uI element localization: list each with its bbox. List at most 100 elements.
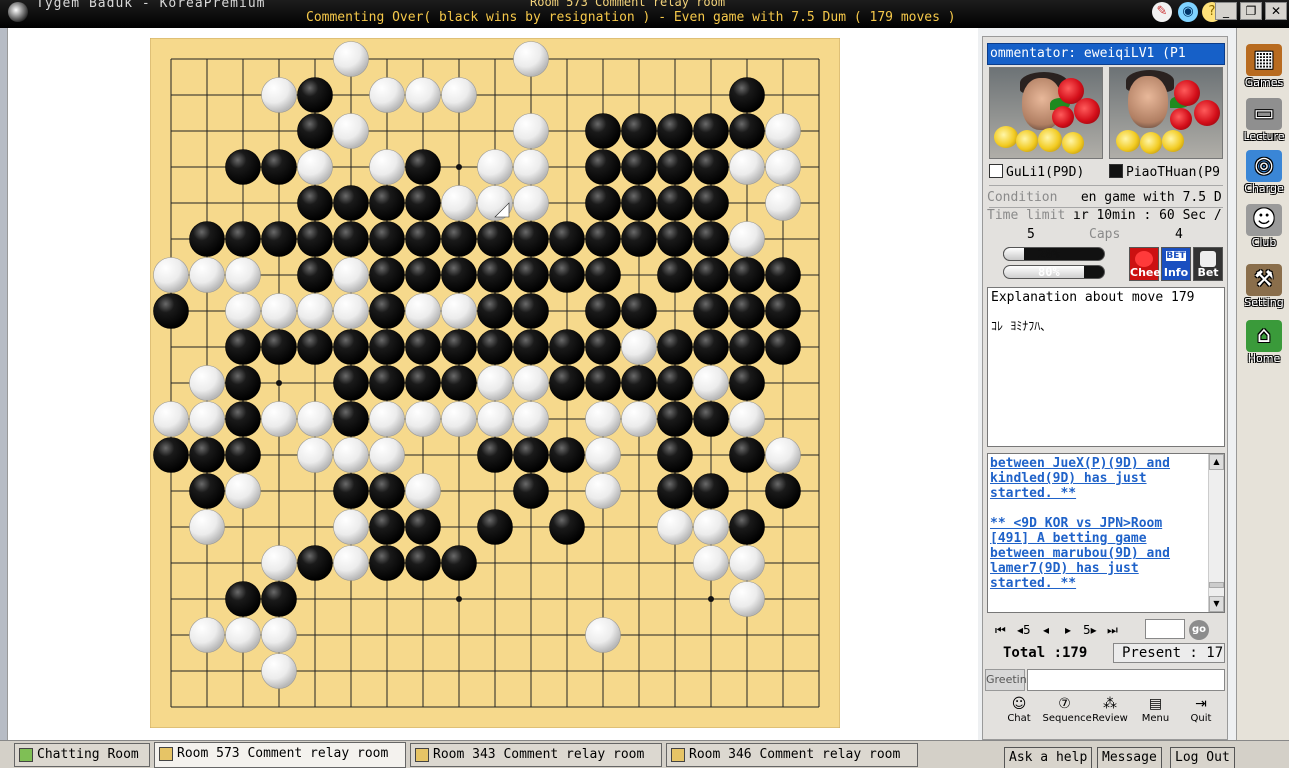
condition-label: Condition [987,190,1058,205]
black-stone [297,185,333,221]
black-stone [729,257,765,293]
club-button[interactable]: ☻ Club [1240,204,1288,256]
white-stone [405,473,441,509]
house-icon: ⌂ [1246,320,1282,352]
review-tool-button[interactable]: ⁂ Review [1088,695,1132,731]
black-stone [405,185,441,221]
commentator-label: ommentator: eweiqiLV1 (P1 [987,43,1225,65]
white-stone [513,113,549,149]
sequence-tool-label: Sequence [1042,713,1092,724]
menu-tool-label: Menu [1141,713,1170,724]
go-button[interactable]: go [1189,620,1209,640]
move-explanation-box[interactable]: Explanation about move 179 ｺﾚ ﾖﾐﾅﾌﾊ､ [987,287,1225,447]
explanation-title: Explanation about move 179 [991,290,1195,305]
setting-button[interactable]: ⚒ Setting [1240,264,1288,316]
white-stone [189,617,225,653]
lecture-button[interactable]: ▭ Lecture [1240,98,1288,150]
time-limit-value: ır 10min : 60 Sec / [1073,208,1222,223]
tab-room-346[interactable]: Room 346 Comment relay room [666,743,918,767]
white-stone [369,401,405,437]
cheer-button[interactable]: Cheer [1129,247,1166,281]
white-win-gauge: 20% [1003,247,1105,261]
black-stone [513,437,549,473]
scroll-thumb[interactable] [1209,582,1224,588]
white-stone-icon [989,164,1003,178]
chat-tool-label: Chat [1007,713,1031,724]
white-stone [225,293,261,329]
black-stone [621,221,657,257]
black-stone [333,185,369,221]
chat-log[interactable]: between JueX(P)(9D) and kindled(9D) has … [987,453,1225,613]
black-stone [693,401,729,437]
forward-5-button[interactable]: 5▸ [1083,623,1097,637]
review-icon: ⁂ [1103,696,1117,712]
black-stone [765,257,801,293]
search-icon[interactable]: ◉ [1178,2,1198,22]
white-stone [657,509,693,545]
black-stone [729,329,765,365]
black-stone [477,329,513,365]
black-stone [333,365,369,401]
black-stone [693,257,729,293]
black-stone [153,293,189,329]
white-player[interactable]: GuLi1(P9D) [989,163,1105,183]
minimize-button[interactable]: _ [1215,2,1237,20]
home-button[interactable]: ⌂ Home [1240,320,1288,372]
brush-icon[interactable]: ✎ [1152,2,1172,22]
quit-tool-button[interactable]: ⇥ Quit [1179,695,1223,731]
chat-entry[interactable]: ** <9D KOR vs JPN>Room [491] A betting g… [990,516,1210,591]
white-stone [729,149,765,185]
menu-tool-button[interactable]: ▤ Menu [1134,695,1178,731]
black-stone [189,221,225,257]
info-button[interactable]: BET Info [1161,247,1191,281]
chat-entry[interactable]: between JueX(P)(9D) and kindled(9D) has … [990,456,1210,501]
games-button[interactable]: ▦ Games [1240,44,1288,96]
close-button[interactable]: ✕ [1265,2,1287,20]
back-5-button[interactable]: ◂5 [1017,623,1031,637]
white-stone [621,401,657,437]
ask-help-button[interactable]: Ask a help [1004,747,1093,768]
scroll-up-arrow-icon[interactable]: ▲ [1209,454,1224,470]
black-stone [513,329,549,365]
black-stone [405,329,441,365]
black-stone [585,113,621,149]
charge-button[interactable]: ◎ Charge [1240,150,1288,202]
black-stone [405,545,441,581]
go-board[interactable] [150,38,840,728]
black-stone [441,221,477,257]
chat-tool-button[interactable]: ☺ Chat [997,695,1041,731]
bet-button[interactable]: Bet [1193,247,1223,281]
white-stone [297,401,333,437]
white-stone [693,509,729,545]
club-label: Club [1251,236,1277,249]
black-stone [657,149,693,185]
black-stone [369,329,405,365]
scroll-down-arrow-icon[interactable]: ▼ [1209,596,1224,612]
white-stone [153,257,189,293]
tab-label: Room 573 Comment relay room [177,746,389,761]
back-button[interactable]: ◂ [1043,623,1049,637]
black-stone [225,401,261,437]
star-point [456,596,462,602]
tab-chatting-room[interactable]: Chatting Room [14,743,150,767]
forward-button[interactable]: ▸ [1065,623,1071,637]
charge-label: Charge [1244,182,1284,195]
last-move-button[interactable]: ⏭ [1107,623,1118,638]
move-number-input[interactable] [1145,619,1185,639]
chat-scrollbar[interactable]: ▲ ▼ [1208,454,1224,612]
greeting-input[interactable] [1027,669,1225,691]
black-player[interactable]: PiaoTHuan(P9 [1109,163,1225,183]
tab-room-343[interactable]: Room 343 Comment relay room [410,743,662,767]
greeting-row: Greeting [985,669,1227,691]
black-stone [297,221,333,257]
condition-value: en game with 7.5 D [1073,190,1222,205]
white-stone [297,293,333,329]
restore-button[interactable]: ❐ [1240,2,1262,20]
logout-button[interactable]: Log Out [1170,747,1235,768]
black-stone [621,149,657,185]
sequence-tool-button[interactable]: ⑦ Sequence [1043,695,1092,731]
message-button[interactable]: Message [1097,747,1162,768]
white-stone [333,509,369,545]
first-move-button[interactable]: ⏮ [995,623,1006,638]
tab-room-573[interactable]: Room 573 Comment relay room [154,742,406,768]
